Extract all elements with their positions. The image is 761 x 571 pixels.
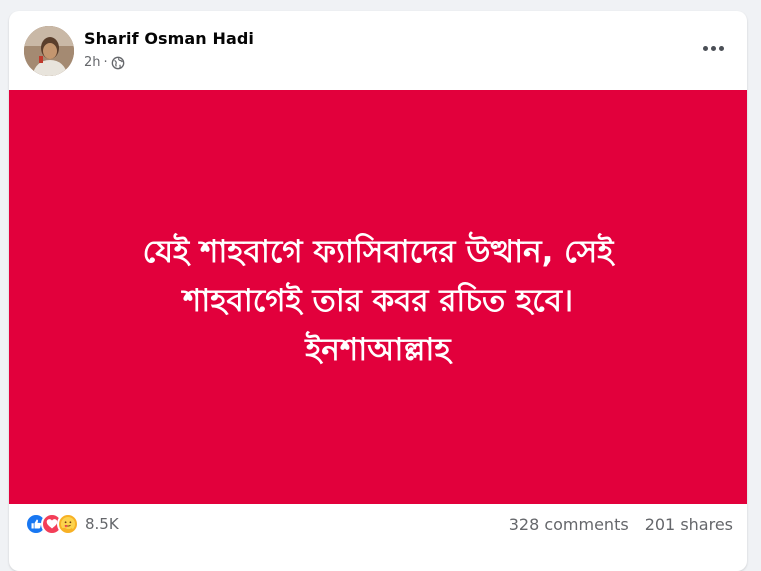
care-icon: [57, 513, 79, 535]
post-text-line: শাহবাগেই তার কবর রচিত হবে।: [182, 282, 574, 319]
more-options-icon: [702, 45, 708, 51]
post-text-line: ইনশাআল্লাহ: [305, 331, 451, 368]
post-text-line: যেই শাহবাগে ফ্যাসিবাদের উত্থান, সেই: [142, 233, 614, 270]
more-options-icon: [718, 45, 724, 51]
author-name[interactable]: Sharif Osman Hadi: [84, 29, 254, 48]
reaction-count: 8.5K: [85, 515, 119, 533]
post-header: Sharif Osman Hadi 2h ·: [9, 11, 747, 90]
meta-separator: ·: [103, 55, 108, 70]
post-text: যেই শাহবাগে ফ্যাসিবাদের উত্থান, সেই শাহব…: [58, 228, 698, 375]
post-card: Sharif Osman Hadi 2h · যেই শাহবাগে ফ্যাস…: [9, 11, 747, 571]
shares-count[interactable]: 201 shares: [645, 515, 733, 534]
post-stats: 328 comments 201 shares: [509, 515, 733, 534]
reactions-summary[interactable]: 8.5K: [25, 513, 119, 535]
more-options-icon: [710, 45, 716, 51]
more-options-button[interactable]: [695, 37, 731, 59]
comments-count[interactable]: 328 comments: [509, 515, 629, 534]
avatar-image: [24, 26, 74, 76]
post-text-background[interactable]: যেই শাহবাগে ফ্যাসিবাদের উত্থান, সেই শাহব…: [9, 90, 747, 504]
post-meta: 2h ·: [84, 55, 125, 70]
globe-icon: [111, 56, 125, 70]
post-time[interactable]: 2h: [84, 55, 101, 70]
author-avatar[interactable]: [24, 26, 74, 76]
post-footer: 8.5K 328 comments 201 shares: [9, 504, 747, 544]
